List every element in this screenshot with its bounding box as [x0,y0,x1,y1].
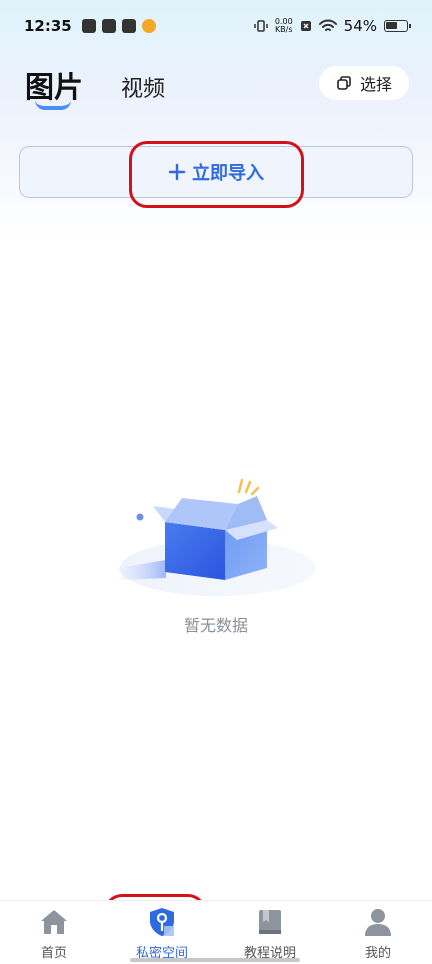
bottom-navigation: 首页 私密空间 教程说明 我的 [0,900,432,964]
select-button[interactable]: 选择 [319,66,409,100]
status-time: 12:35 [24,17,72,35]
select-button-label: 选择 [359,75,392,94]
network-speed-unit: KB/s [274,25,293,34]
network-speed: 0.00 KB/s [275,18,293,34]
mail-icon [81,19,96,33]
person-icon [365,909,391,936]
tab-videos[interactable]: 视频 [121,71,165,106]
no-sim-icon [300,21,311,31]
nav-item-mine[interactable]: 我的 [324,901,432,964]
tiktok-icon [101,19,116,33]
battery-percent: 54% [343,17,377,35]
tab-images[interactable]: 图片 [25,64,84,110]
weibo-icon [141,19,156,33]
nav-item-home[interactable]: 首页 [0,901,108,964]
battery-icon [384,20,411,32]
media-tabs: 图片 视频 [25,64,165,110]
status-bar: 12:35 0.00 KB/s 54% [0,0,432,52]
nav-label-mine: 我的 [364,946,391,961]
book-icon [259,910,281,934]
select-copy-icon [337,76,351,90]
app-icon [121,19,136,33]
import-now-button[interactable]: 立即导入 [19,146,413,198]
home-icon [41,910,67,934]
import-button-label: 立即导入 [192,163,264,184]
active-tab-indicator [35,100,71,110]
nav-item-tutorial[interactable]: 教程说明 [216,901,324,964]
tab-images-label: 图片 [25,70,84,104]
empty-state-label: 暂无数据 [183,616,248,635]
shield-key-icon [150,908,174,936]
vibrate-icon [254,20,268,32]
home-indicator [130,958,300,962]
nav-item-private-space[interactable]: 私密空间 [108,901,216,964]
notification-icons [81,19,156,33]
wifi-icon [318,19,337,31]
plus-icon [168,163,186,181]
tab-videos-label: 视频 [121,77,166,102]
nav-label-home: 首页 [40,946,67,961]
status-indicators: 0.00 KB/s 54% [254,17,411,35]
